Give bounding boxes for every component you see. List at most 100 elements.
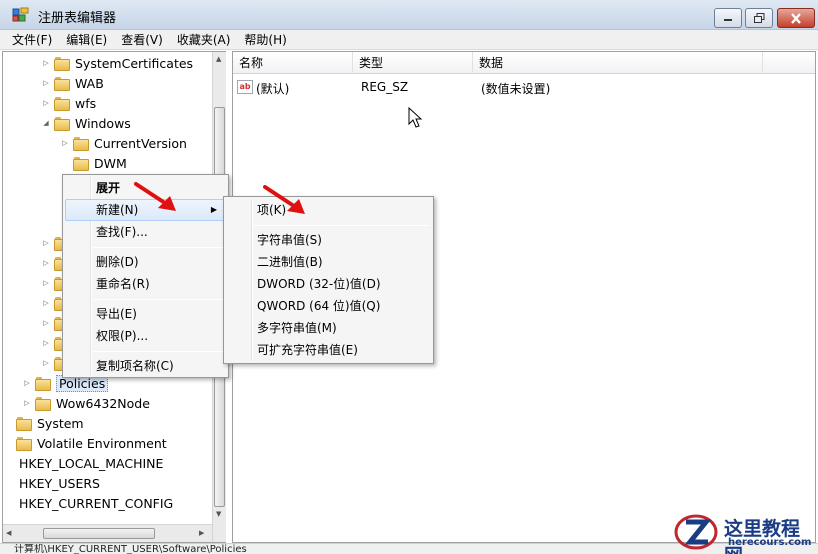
menu-help[interactable]: 帮助(H) (244, 31, 286, 48)
value-data: (数值未设置) (481, 82, 551, 96)
menu-item-new-dword-value[interactable]: DWORD (32-位)值(D) (226, 273, 431, 295)
folder-icon (54, 76, 70, 91)
menu-bar: 文件(F) 编辑(E) 查看(V) 收藏夹(A) 帮助(H) (0, 30, 818, 50)
expand-toggle-icon[interactable]: ▷ (41, 99, 51, 107)
menu-item-permissions[interactable]: 权限(P)... (65, 325, 226, 347)
scroll-right-icon[interactable]: ▶ (199, 529, 204, 537)
menu-item-copy-key-name[interactable]: 复制项名称(C) (65, 355, 226, 377)
registry-editor-icon (12, 7, 29, 22)
menu-item-new-key[interactable]: 项(K) (226, 199, 431, 221)
folder-icon (54, 56, 70, 71)
restore-icon (753, 13, 764, 23)
tree-item-system[interactable]: System (3, 413, 84, 433)
tree-item-label: SystemCertificates (75, 55, 194, 71)
tree-item-label: Wow6432Node (56, 395, 150, 411)
tree-item-wow6432node[interactable]: ▷ Wow6432Node (22, 393, 150, 413)
window-title: 注册表编辑器 (38, 11, 117, 26)
folder-icon (73, 156, 89, 171)
restore-button[interactable] (745, 8, 773, 28)
watermark-url: herecours.com (728, 537, 812, 548)
watermark-logo-icon (674, 514, 718, 550)
menu-item-export[interactable]: 导出(E) (65, 303, 226, 325)
tree-item-label: HKEY_USERS (19, 475, 100, 491)
tree-item-label: HKEY_CURRENT_CONFIG (19, 495, 174, 511)
tree-item-hkey-users[interactable]: HKEY_USERS (19, 473, 100, 493)
minimize-button[interactable] (714, 8, 742, 28)
folder-open-icon (54, 116, 70, 131)
scrollbar-thumb[interactable] (43, 528, 155, 539)
scroll-left-icon[interactable]: ◀ (6, 529, 11, 537)
tree-item-hkey-local-machine[interactable]: HKEY_LOCAL_MACHINE (19, 453, 163, 473)
value-name: (默认) (256, 82, 290, 96)
tree-item-currentversion[interactable]: ▷ CurrentVersion (60, 133, 187, 153)
menu-item-delete[interactable]: 删除(D) (65, 251, 226, 273)
watermark-text: 这里教程网 (724, 518, 801, 554)
menu-edit[interactable]: 编辑(E) (66, 31, 107, 48)
menu-item-new-expandable-string-value[interactable]: 可扩充字符串值(E) (226, 339, 431, 361)
expand-toggle-icon[interactable]: ▷ (41, 299, 51, 307)
expand-toggle-icon[interactable]: ▷ (41, 319, 51, 327)
tree-item-wab[interactable]: ▷ WAB (41, 73, 104, 93)
folder-icon (35, 376, 51, 391)
list-header: 名称 类型 数据 (233, 52, 815, 74)
expand-toggle-icon[interactable]: ▷ (41, 359, 51, 367)
menu-separator (254, 225, 430, 226)
expand-toggle-icon[interactable]: ▷ (41, 259, 51, 267)
expand-toggle-icon[interactable]: ▷ (41, 79, 51, 87)
column-header-data[interactable]: 数据 (473, 52, 763, 74)
menu-favorites[interactable]: 收藏夹(A) (177, 31, 231, 48)
red-arrow-annotation-icon (263, 185, 305, 214)
collapse-toggle-icon[interactable]: ◢ (41, 119, 51, 127)
folder-icon (35, 396, 51, 411)
tree-item-label: Volatile Environment (37, 435, 167, 451)
expand-toggle-icon[interactable]: ▷ (41, 339, 51, 347)
registry-editor-window: 注册表编辑器 文件(F) 编辑(E) 查看(V) 收藏夹(A) 帮助(H) ▷ … (0, 0, 818, 554)
menu-separator (93, 299, 225, 300)
new-submenu: 项(K) 字符串值(S) 二进制值(B) DWORD (32-位)值(D) QW… (223, 196, 434, 364)
menu-item-label: 新建(N) (96, 203, 139, 217)
close-icon (791, 12, 801, 24)
menu-file[interactable]: 文件(F) (12, 31, 52, 48)
tree-item-dwm[interactable]: DWM (60, 153, 127, 173)
folder-icon (16, 416, 32, 431)
tree-item-label: System (37, 415, 84, 431)
menu-item-new-qword-value[interactable]: QWORD (64 位)值(Q) (226, 295, 431, 317)
expand-toggle-icon[interactable]: ▷ (41, 279, 51, 287)
menu-item-find[interactable]: 查找(F)... (65, 221, 226, 243)
watermark: 这里教程网 herecours.com (670, 510, 818, 554)
column-header-type[interactable]: 类型 (353, 52, 473, 74)
string-value-icon: ab (237, 80, 253, 94)
menu-view[interactable]: 查看(V) (121, 31, 163, 48)
menu-separator (93, 247, 225, 248)
menu-item-new-multi-string-value[interactable]: 多字符串值(M) (226, 317, 431, 339)
tree-item-volatile-environment[interactable]: Volatile Environment (3, 433, 167, 453)
tree-item-wfs[interactable]: ▷ wfs (41, 93, 96, 113)
mouse-cursor-icon (408, 107, 423, 128)
tree-item-label: CurrentVersion (94, 135, 187, 151)
menu-item-new-string-value[interactable]: 字符串值(S) (226, 229, 431, 251)
expand-toggle-icon[interactable]: ▷ (41, 59, 51, 67)
scroll-up-icon[interactable]: ▲ (216, 55, 221, 63)
tree-item-windows[interactable]: ◢ Windows (41, 113, 131, 133)
submenu-arrow-icon: ▶ (210, 205, 217, 214)
close-button[interactable] (777, 8, 815, 28)
tree-item-label: Windows (75, 115, 131, 131)
menu-separator (93, 351, 225, 352)
expand-toggle-icon[interactable]: ▷ (41, 239, 51, 247)
folder-icon (16, 436, 32, 451)
tree-horizontal-scrollbar[interactable]: ◀ ▶ (3, 524, 212, 542)
menu-item-new-binary-value[interactable]: 二进制值(B) (226, 251, 431, 273)
scroll-down-icon[interactable]: ▼ (216, 510, 221, 518)
expand-toggle-icon[interactable]: ▷ (22, 399, 32, 407)
tree-item-label: DWM (94, 155, 127, 171)
menu-item-rename[interactable]: 重命名(R) (65, 273, 226, 295)
tree-item-systemcertificates[interactable]: ▷ SystemCertificates (41, 53, 193, 73)
expand-toggle-icon[interactable]: ▷ (22, 379, 32, 387)
title-bar: 注册表编辑器 (0, 0, 818, 30)
expand-toggle-icon[interactable]: ▷ (60, 139, 70, 147)
tree-item-label: HKEY_LOCAL_MACHINE (19, 455, 164, 471)
minimize-icon (724, 19, 732, 21)
tree-item-hkey-current-config[interactable]: HKEY_CURRENT_CONFIG (19, 493, 173, 513)
folder-icon (73, 136, 89, 151)
column-header-name[interactable]: 名称 (233, 52, 353, 74)
